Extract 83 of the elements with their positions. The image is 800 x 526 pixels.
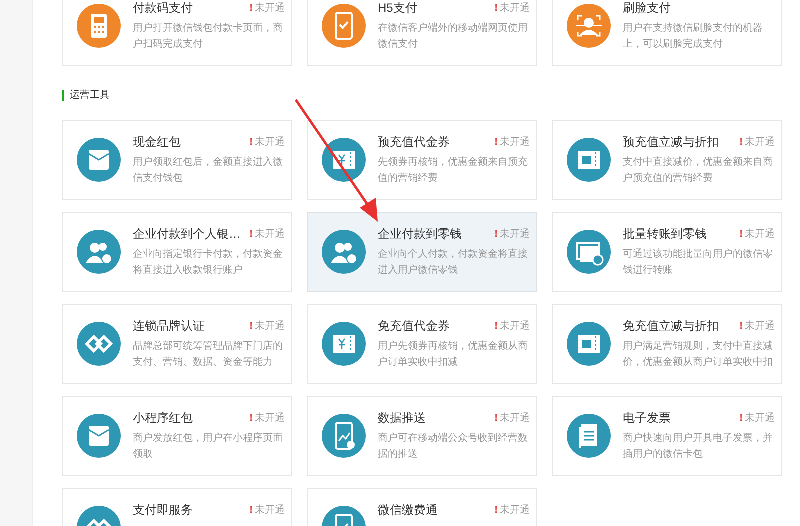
service-card[interactable]: 批量转账到零钱 ! 未开通 可通过该功能批量向用户的微信零钱进行转账 — [552, 212, 782, 292]
alert-mark: ! — [494, 136, 498, 150]
alert-mark: ! — [494, 412, 498, 426]
service-description: 用户在支持微信刷脸支付的机器上，可以刷脸完成支付 — [623, 22, 764, 52]
status-text: 未开通 — [500, 136, 530, 150]
alert-mark: ! — [494, 320, 498, 334]
service-title: 免充值立减与折扣 — [623, 318, 719, 335]
service-description: 商户发放红包，用户在小程序页面领取 — [133, 432, 284, 462]
service-card[interactable]: 电子发票 ! 未开通 商户快速向用户开具电子发票，并插用户的微信卡包 — [552, 396, 782, 476]
service-card[interactable]: 预充值代金券 ! 未开通 先领券再核销，优惠金额来自预充值的营销经费 — [307, 120, 537, 200]
service-description: 品牌总部可统筹管理品牌下门店的支付、营销、数据、资金等能力 — [133, 340, 284, 370]
service-description: 可通过该功能批量向用户的微信零钱进行转账 — [623, 248, 774, 278]
service-description: 企业向个人付款，付款资金将直接进入用户微信零钱 — [378, 248, 529, 278]
service-card[interactable]: 免充值立减与折扣 ! 未开通 用户满足营销规则，支付中直接减价，优惠金额从商户订单实收中扣 — [552, 304, 782, 384]
service-card[interactable]: 连锁品牌认证 ! 未开通 品牌总部可统筹管理品牌下门店的支付、营销、数据、资金等能力 — [62, 304, 292, 384]
service-title: 现金红包 — [133, 134, 181, 151]
service-title: 付款码支付 — [133, 0, 193, 17]
alert-mark: ! — [250, 320, 253, 334]
status-text: 未开通 — [255, 2, 285, 16]
status-text: 未开通 — [500, 320, 530, 334]
service-description: 商户快速向用户开具电子发票，并插用户的微信卡包 — [623, 432, 774, 462]
service-title: 微信缴费通 — [378, 502, 438, 519]
service-title: 小程序红包 — [133, 410, 193, 427]
service-title: 企业付款到个人银… — [133, 226, 241, 243]
status-text: 未开通 — [745, 320, 775, 334]
service-card[interactable]: 企业付款到零钱 ! 未开通 企业向个人付款，付款资金将直接进入用户微信零钱 — [307, 212, 537, 292]
alert-mark: ! — [250, 228, 253, 242]
service-card[interactable]: 预充值立减与折扣 ! 未开通 支付中直接减价，优惠金额来自商户预充值的营销经费 — [552, 120, 782, 200]
section-title: 运营工具 — [70, 88, 110, 103]
service-card[interactable]: 数据推送 ! 未开通 商户可在移动端公众号收到经营数据的推送 — [307, 396, 537, 476]
alert-mark: ! — [250, 504, 253, 518]
status-text: 未开通 — [255, 504, 285, 518]
alert-mark: ! — [250, 2, 253, 16]
service-title: 刷脸支付 — [623, 0, 671, 17]
service-description: 用户先领券再核销，优惠金额从商户订单实收中扣减 — [378, 340, 529, 370]
section-marker — [62, 90, 64, 101]
alert-mark: ! — [740, 412, 743, 426]
service-title: H5支付 — [378, 0, 418, 17]
service-card[interactable]: 企业付款到个人银… ! 未开通 企业向指定银行卡付款，付款资金将直接进入收款银行账户 — [62, 212, 292, 292]
status-text: 未开通 — [745, 228, 775, 242]
service-description: 企业向指定银行卡付款，付款资金将直接进入收款银行账户 — [133, 248, 284, 278]
status-text: 未开通 — [500, 504, 530, 518]
alert-mark: ! — [740, 228, 743, 242]
status-text: 未开通 — [255, 228, 285, 242]
service-description: 用户满足营销规则，支付中直接减价，优惠金额从商户订单实收中扣 — [623, 340, 774, 370]
status-text: 未开通 — [255, 412, 285, 426]
service-card[interactable]: 免充值代金券 ! 未开通 用户先领券再核销，优惠金额从商户订单实收中扣减 — [307, 304, 537, 384]
service-description: 用户打开微信钱包付款卡页面，商户扫码完成支付 — [133, 22, 284, 52]
status-text: 未开通 — [745, 136, 775, 150]
service-title: 预充值立减与折扣 — [623, 134, 719, 151]
service-description: 用户领取红包后，金额直接进入微信支付钱包 — [133, 156, 284, 186]
status-text: 未开通 — [500, 2, 530, 16]
service-title: 免充值代金券 — [378, 318, 450, 335]
alert-mark: ! — [494, 504, 498, 518]
alert-mark: ! — [494, 228, 498, 242]
service-description: 支付中直接减价，优惠金额来自商户预充值的营销经费 — [623, 156, 774, 186]
alert-mark: ! — [250, 136, 253, 150]
service-card[interactable]: 支付即服务 ! 未开通 — [62, 488, 292, 526]
service-description: 在微信客户端外的移动端网页使用微信支付 — [378, 22, 529, 52]
status-text: 未开通 — [500, 412, 530, 426]
alert-mark: ! — [740, 136, 743, 150]
service-card[interactable]: H5支付 ! 未开通 在微信客户端外的移动端网页使用微信支付 — [307, 0, 537, 66]
service-card[interactable]: 小程序红包 ! 未开通 商户发放红包，用户在小程序页面领取 — [62, 396, 292, 476]
status-text: 未开通 — [500, 228, 530, 242]
service-title: 预充值代金券 — [378, 134, 450, 151]
status-text: 未开通 — [255, 136, 285, 150]
service-title: 连锁品牌认证 — [133, 318, 205, 335]
alert-mark: ! — [250, 412, 253, 426]
service-title: 批量转账到零钱 — [623, 226, 707, 243]
status-text: 未开通 — [255, 320, 285, 334]
service-title: 数据推送 — [378, 410, 426, 427]
alert-mark: ! — [494, 2, 498, 16]
service-title: 支付即服务 — [133, 502, 193, 519]
status-text: 未开通 — [745, 412, 775, 426]
alert-mark: ! — [740, 320, 743, 334]
service-card[interactable]: 刷脸支付 用户在支持微信刷脸支付的机器上，可以刷脸完成支付 — [552, 0, 782, 66]
service-card[interactable]: 微信缴费通 ! 未开通 — [307, 488, 537, 526]
service-card[interactable]: 付款码支付 ! 未开通 用户打开微信钱包付款卡页面，商户扫码完成支付 — [62, 0, 292, 66]
service-title: 企业付款到零钱 — [378, 226, 462, 243]
service-title: 电子发票 — [623, 410, 671, 427]
service-description: 先领券再核销，优惠金额来自预充值的营销经费 — [378, 156, 529, 186]
service-card[interactable]: 现金红包 ! 未开通 用户领取红包后，金额直接进入微信支付钱包 — [62, 120, 292, 200]
service-description: 商户可在移动端公众号收到经营数据的推送 — [378, 432, 529, 462]
